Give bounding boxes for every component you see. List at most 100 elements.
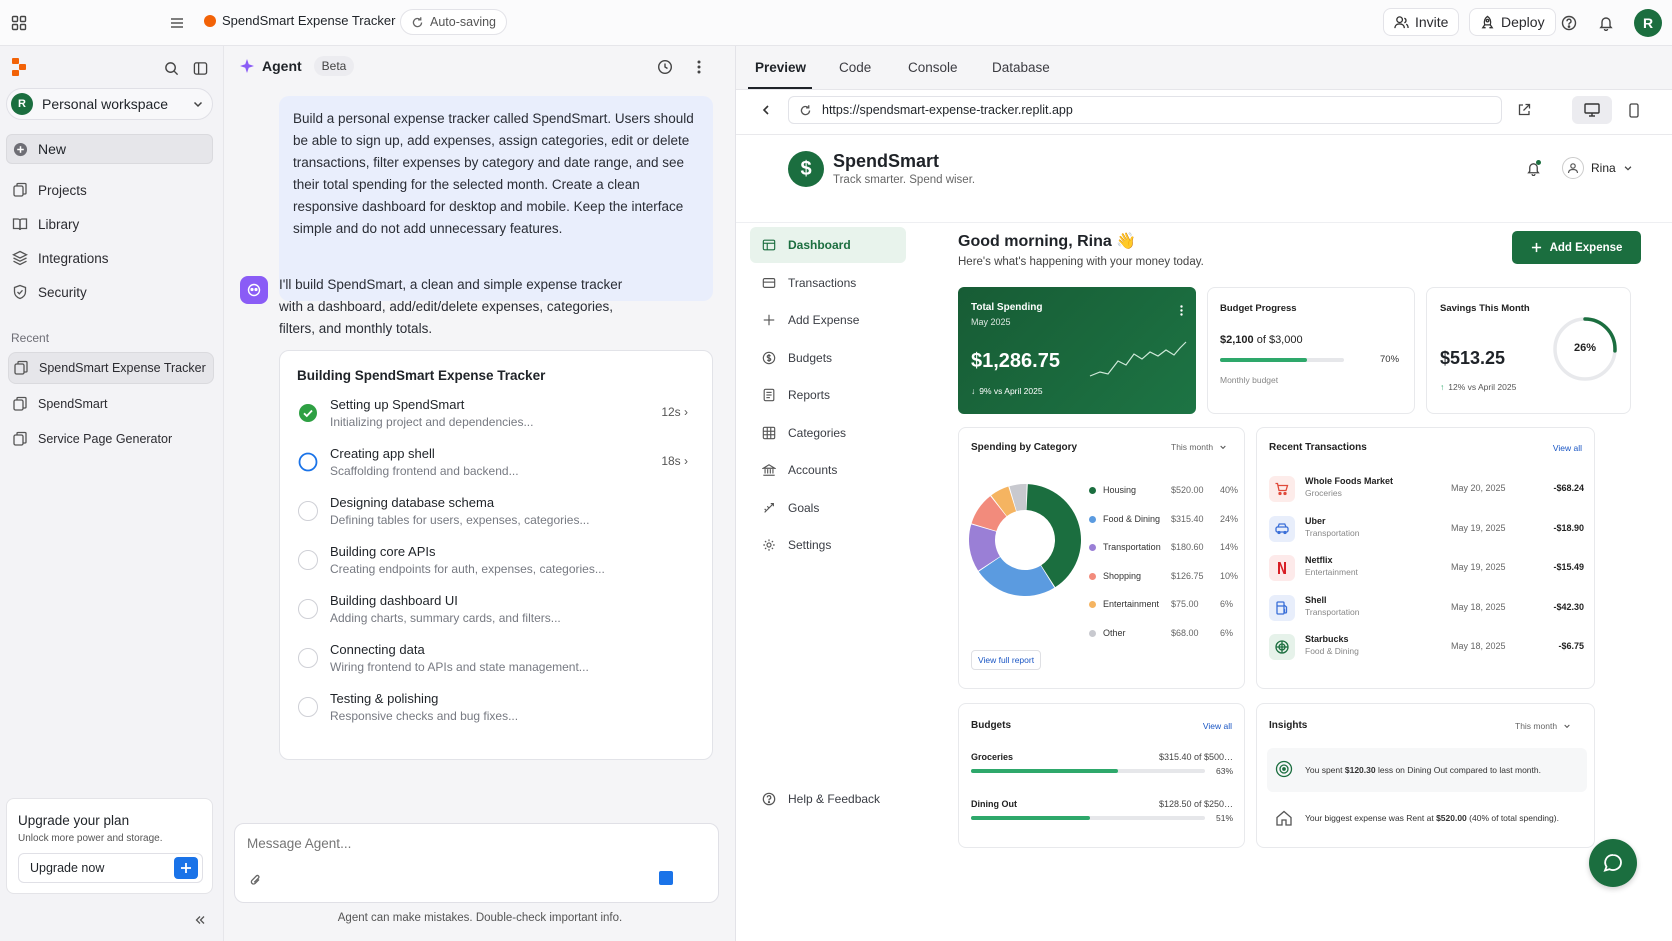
transaction-row[interactable]: Uber Transportation May 19, 2025 -$18.90 bbox=[1269, 512, 1584, 548]
app-nav-item-add-expense[interactable]: Add Expense bbox=[750, 302, 906, 338]
tab-console[interactable]: Console bbox=[908, 60, 958, 75]
add-expense-button[interactable]: Add Expense bbox=[1512, 231, 1641, 264]
task-item[interactable]: Testing & polishing Responsive checks and… bbox=[298, 691, 678, 737]
recent-item-spendsmart-expense-tracker[interactable]: SpendSmart Expense Tracker bbox=[8, 352, 214, 384]
deploy-button[interactable]: Deploy bbox=[1469, 8, 1556, 36]
view-all-budgets-link[interactable]: View all bbox=[1203, 721, 1232, 731]
transaction-row[interactable]: Shell Transportation May 18, 2025 -$42.30 bbox=[1269, 591, 1584, 627]
budget-progress-percent: 70% bbox=[1380, 354, 1400, 365]
app-nav-item-settings[interactable]: Settings bbox=[750, 527, 906, 563]
sidebar-toggle-icon[interactable] bbox=[191, 59, 209, 77]
task-item[interactable]: Setting up SpendSmart Initializing projec… bbox=[298, 397, 688, 443]
sidebar-item-projects[interactable]: Projects bbox=[8, 173, 214, 207]
sidebar-item-integrations[interactable]: Integrations bbox=[8, 241, 214, 275]
apps-grid-icon[interactable] bbox=[10, 14, 28, 32]
send-stop-button[interactable] bbox=[659, 871, 673, 885]
project-icon bbox=[204, 14, 216, 27]
new-button[interactable]: New bbox=[6, 134, 213, 164]
back-icon[interactable] bbox=[758, 102, 774, 118]
app-nav-item-reports[interactable]: Reports bbox=[750, 377, 906, 413]
task-item[interactable]: Building dashboard UI Adding charts, summ… bbox=[298, 593, 678, 639]
insights-period-dropdown[interactable]: This month bbox=[1515, 721, 1571, 731]
legend-swatch bbox=[1089, 515, 1096, 523]
budget-progress-sub: Monthly budget bbox=[1220, 375, 1279, 385]
transaction-merchant: Starbucks bbox=[1305, 634, 1349, 644]
notification-dot bbox=[1536, 160, 1541, 165]
legend-amount: $315.40 bbox=[1171, 513, 1204, 524]
app-nav-item-categories[interactable]: Categories bbox=[750, 415, 906, 451]
open-external-icon[interactable] bbox=[1516, 102, 1532, 118]
message-input[interactable] bbox=[247, 836, 687, 851]
app-brand: SpendSmart bbox=[833, 151, 940, 171]
insight-item: Your biggest expense was Rent at $520.00… bbox=[1267, 798, 1587, 838]
chat-support-button[interactable] bbox=[1589, 839, 1637, 887]
transaction-row[interactable]: Netflix Entertainment May 19, 2025 -$15.49 bbox=[1269, 551, 1584, 587]
mobile-view-icon[interactable] bbox=[1626, 102, 1642, 118]
transaction-row[interactable]: Starbucks Food & Dining May 18, 2025 -$6.75 bbox=[1269, 630, 1584, 666]
transaction-date: May 19, 2025 bbox=[1451, 522, 1506, 533]
project-title-group[interactable]: SpendSmart Expense Tracker bbox=[204, 13, 414, 28]
view-all-transactions-link[interactable]: View all bbox=[1553, 443, 1582, 453]
user-avatar[interactable]: R bbox=[1634, 9, 1662, 37]
budget-row[interactable]: Dining Out $128.50 of $250… 51% bbox=[971, 799, 1233, 839]
legend-row: Shopping $126.75 10% bbox=[1089, 570, 1239, 584]
invite-button[interactable]: Invite bbox=[1383, 8, 1460, 36]
robot-icon bbox=[247, 283, 261, 297]
task-item[interactable]: Designing database schema Defining tables… bbox=[298, 495, 678, 541]
notifications-bell-icon[interactable] bbox=[1597, 14, 1615, 32]
tab-code[interactable]: Code bbox=[839, 60, 871, 75]
more-options-icon[interactable] bbox=[693, 58, 705, 76]
app-nav-label: Accounts bbox=[788, 463, 838, 477]
recent-item-service-page-generator[interactable]: Service Page Generator bbox=[8, 422, 214, 456]
sidebar-item-library[interactable]: Library bbox=[8, 207, 214, 241]
budget-fill bbox=[971, 816, 1091, 820]
app-nav-label: Categories bbox=[788, 425, 847, 440]
transaction-row[interactable]: Whole Foods Market Groceries May 20, 2025 -… bbox=[1269, 472, 1584, 508]
beta-badge: Beta bbox=[313, 56, 355, 76]
recent-item-spendsmart[interactable]: SpendSmart bbox=[8, 387, 214, 421]
desktop-view-button[interactable] bbox=[1572, 96, 1612, 124]
search-icon[interactable] bbox=[162, 59, 180, 77]
sidebar-item-security[interactable]: Security bbox=[8, 275, 214, 309]
url-bar[interactable]: https://spendsmart-expense-tracker.repli… bbox=[788, 96, 1502, 124]
task-item[interactable]: Creating app shell Scaffolding frontend a… bbox=[298, 446, 688, 492]
category-period-dropdown[interactable]: This month bbox=[1171, 442, 1227, 452]
tab-database[interactable]: Database bbox=[992, 60, 1050, 75]
tab-preview[interactable]: Preview bbox=[755, 60, 806, 75]
workspace-selector[interactable]: R Personal workspace bbox=[6, 88, 213, 120]
upgrade-now-button[interactable]: Upgrade now bbox=[18, 853, 203, 883]
history-icon[interactable] bbox=[656, 58, 674, 76]
app-notification-bell-icon[interactable] bbox=[1524, 159, 1542, 177]
legend-percent: 10% bbox=[1220, 570, 1239, 581]
attach-paperclip-icon[interactable] bbox=[247, 872, 263, 888]
app-nav-item-accounts[interactable]: Accounts bbox=[750, 452, 906, 488]
budget-progress-card: Budget Progress $2,100 of $3,000 70% Mon… bbox=[1207, 287, 1415, 414]
app-user-menu[interactable]: Rina bbox=[1562, 157, 1633, 179]
budget-row[interactable]: Groceries $315.40 of $500… 63% bbox=[971, 752, 1233, 792]
task-title: Designing database schema bbox=[330, 495, 495, 510]
replit-logo[interactable] bbox=[12, 58, 28, 76]
view-full-report-button[interactable]: View full report bbox=[971, 650, 1042, 670]
app-nav-item-budgets[interactable]: Budgets bbox=[750, 340, 906, 376]
legend-amount: $520.00 bbox=[1171, 485, 1204, 495]
greeting: Good morning, Rina 👋 bbox=[958, 233, 1137, 250]
collapse-sidebar-icon[interactable] bbox=[192, 912, 208, 928]
help-feedback-link[interactable]: Help & Feedback bbox=[750, 781, 906, 817]
progress-title: Building SpendSmart Expense Tracker bbox=[297, 368, 546, 383]
menu-icon[interactable] bbox=[168, 14, 186, 32]
help-icon[interactable] bbox=[1560, 14, 1578, 32]
budgets-card: Budgets View all Groceries $315.40 of $50… bbox=[958, 703, 1245, 848]
task-item[interactable]: Connecting data Wiring frontend to APIs a… bbox=[298, 642, 678, 688]
app-nav-item-dashboard[interactable]: Dashboard bbox=[750, 227, 906, 263]
app-nav-item-goals[interactable]: Goals bbox=[750, 490, 906, 526]
task-item[interactable]: Building core APIs Creating endpoints for… bbox=[298, 544, 678, 590]
agent-reply: I'll build SpendSmart, a clean and simpl… bbox=[279, 277, 623, 336]
upgrade-plus-icon[interactable] bbox=[174, 857, 198, 879]
app-nav-item-transactions[interactable]: Transactions bbox=[750, 265, 906, 301]
card-more-icon[interactable] bbox=[1177, 303, 1185, 317]
task-subtitle: Wiring frontend to APIs and state manage… bbox=[330, 660, 589, 674]
legend-row: Transportation $180.60 14% bbox=[1089, 541, 1239, 555]
budgets-title: Budgets bbox=[971, 720, 1011, 731]
message-input-box[interactable] bbox=[234, 823, 719, 903]
legend-percent: 6% bbox=[1220, 599, 1234, 609]
